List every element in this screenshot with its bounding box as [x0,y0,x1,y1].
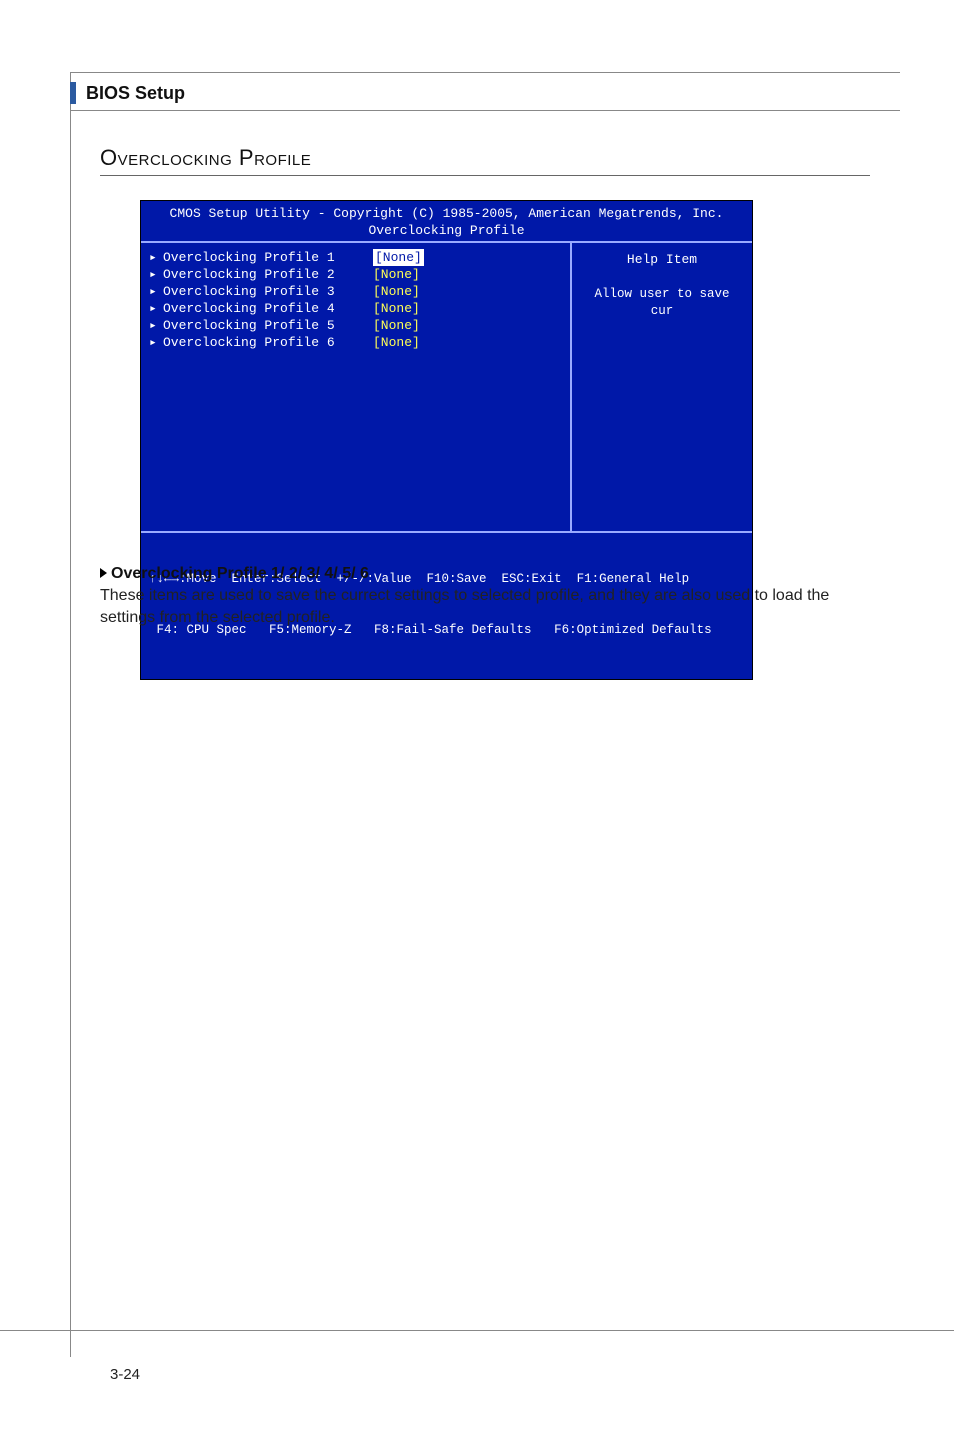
chapter-title: BIOS Setup [86,83,185,104]
page: BIOS Setup Overclocking Profile CMOS Set… [0,0,954,1432]
page-number: 3-24 [110,1366,140,1383]
triangle-bullet-icon [100,568,107,578]
bios-item-label: Overclocking Profile 3 [163,283,373,300]
body-heading: Overclocking Profile 1/ 2/ 3/ 4/ 5/ 6 [100,565,870,583]
chapter-header: BIOS Setup [70,82,185,104]
header-rule [70,110,900,111]
bios-copyright: CMOS Setup Utility - Copyright (C) 1985-… [141,205,752,222]
bios-menu-item[interactable]: ▸ Overclocking Profile 1 [None] [149,249,562,266]
footer-rule [0,1330,954,1331]
bios-item-value: [None] [373,249,424,266]
submenu-arrow-icon: ▸ [149,300,163,317]
bios-help-text: Allow user to save cur [580,286,744,320]
bios-item-label: Overclocking Profile 1 [163,249,373,266]
submenu-arrow-icon: ▸ [149,283,163,300]
bios-subtitle: Overclocking Profile [141,222,752,239]
section-title: Overclocking Profile [100,145,311,171]
bios-menu-item[interactable]: ▸ Overclocking Profile 3 [None] [149,283,562,300]
bios-item-value: [None] [373,266,420,283]
header-accent [70,82,76,104]
bios-item-value: [None] [373,283,420,300]
bios-item-label: Overclocking Profile 6 [163,334,373,351]
bios-item-value: [None] [373,300,420,317]
body-text: Overclocking Profile 1/ 2/ 3/ 4/ 5/ 6 Th… [100,565,870,629]
bios-menu-item[interactable]: ▸ Overclocking Profile 5 [None] [149,317,562,334]
bios-help-title: Help Item [580,251,744,268]
submenu-arrow-icon: ▸ [149,266,163,283]
bios-menu-item[interactable]: ▸ Overclocking Profile 6 [None] [149,334,562,351]
body-heading-text: Overclocking Profile 1/ 2/ 3/ 4/ 5/ 6 [111,565,369,582]
bios-titlebar: CMOS Setup Utility - Copyright (C) 1985-… [141,201,752,243]
submenu-arrow-icon: ▸ [149,317,163,334]
bios-menu-item[interactable]: ▸ Overclocking Profile 2 [None] [149,266,562,283]
bios-item-label: Overclocking Profile 5 [163,317,373,334]
bios-body: ▸ Overclocking Profile 1 [None] ▸ Overcl… [141,243,752,533]
body-paragraph: These items are used to save the currect… [100,585,870,629]
section-rule [100,175,870,176]
bios-menu-item[interactable]: ▸ Overclocking Profile 4 [None] [149,300,562,317]
bios-help-pane: Help Item Allow user to save cur [572,243,752,531]
bios-menu-list: ▸ Overclocking Profile 1 [None] ▸ Overcl… [141,243,572,531]
submenu-arrow-icon: ▸ [149,334,163,351]
submenu-arrow-icon: ▸ [149,249,163,266]
bios-item-value: [None] [373,317,420,334]
bios-item-label: Overclocking Profile 2 [163,266,373,283]
bios-item-value: [None] [373,334,420,351]
bios-item-label: Overclocking Profile 4 [163,300,373,317]
